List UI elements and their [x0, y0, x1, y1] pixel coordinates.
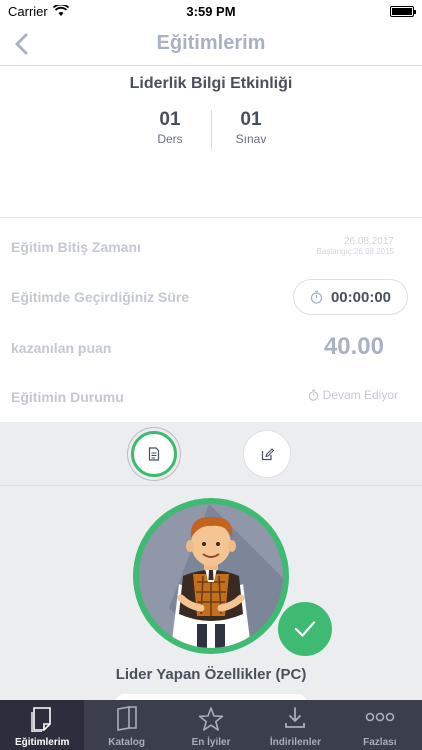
content-type-tabs [0, 422, 422, 486]
status-row: Eğitimin Durumu Devam Ediyor [0, 371, 422, 421]
lessons-stat: 01 Ders [130, 108, 210, 146]
exams-count: 01 [240, 109, 262, 130]
tab-label: Fazlası [363, 737, 397, 748]
time-spent-row: Eğitimde Geçirdiğiniz Süre 00:00:00 [0, 271, 422, 321]
lessons-count: 01 [159, 109, 181, 130]
start-date: Başlangıç:26.08.2015 [316, 247, 394, 256]
status-label: Eğitimin Durumu [11, 389, 124, 405]
back-chevron-icon[interactable] [10, 30, 36, 58]
document-icon [148, 447, 160, 461]
tab-katalog[interactable]: Katalog [84, 700, 168, 750]
checkmark-icon [294, 621, 316, 637]
stopwatch-icon [308, 389, 318, 401]
lesson-area: Lider Yapan Özellikler (PC) [0, 422, 422, 704]
lessons-label: Ders [157, 132, 183, 146]
tab-indirilenler[interactable]: İndirilenler [253, 700, 337, 750]
edit-icon [261, 447, 274, 460]
course-stats: 01 Ders 01 Sınav [0, 108, 422, 152]
navigation-bar: Eğitimlerim [0, 22, 422, 66]
end-time-label: Eğitim Bitiş Zamanı [11, 239, 141, 255]
clock: 3:59 PM [186, 3, 236, 19]
points-value: 40.00 [323, 333, 384, 360]
page-title: Eğitimlerim [156, 32, 266, 54]
time-spent-value: 00:00:00 [330, 288, 392, 306]
tab-label: En İyiler [191, 737, 231, 748]
exams-stat: 01 Sınav [211, 108, 291, 146]
book-icon [116, 706, 137, 731]
tab-label: İndirilenler [269, 737, 321, 748]
lesson-title: Lider Yapan Özellikler (PC) [115, 666, 307, 683]
status-bar: Carrier 3:59 PM [0, 0, 422, 22]
course-title: Liderlik Bilgi Etkinliği [129, 75, 293, 92]
star-icon [198, 707, 224, 731]
time-spent-pill: 00:00:00 [293, 279, 408, 315]
exams-label: Sınav [235, 132, 267, 146]
points-row: kazanılan puan 40.00 [0, 321, 422, 371]
document-icon [31, 707, 52, 732]
exams-tab-button[interactable] [244, 431, 290, 477]
completed-check-badge [278, 602, 332, 656]
businessman-illustration [169, 504, 283, 648]
tab-label: Katalog [108, 737, 145, 748]
time-spent-label: Eğitimde Geçirdiğiniz Süre [11, 289, 190, 305]
status-value: Devam Ediyor [322, 388, 398, 402]
end-date: 26.08.2017 [343, 236, 394, 247]
status-value-wrap: Devam Ediyor [308, 388, 398, 402]
end-time-row: Eğitim Bitiş Zamanı 26.08.2017 Başlangıç… [0, 221, 422, 271]
course-info: Eğitim Bitiş Zamanı 26.08.2017 Başlangıç… [0, 217, 422, 422]
date-info: 26.08.2017 Başlangıç:26.08.2015 [317, 236, 394, 257]
tab-en-iyiler[interactable]: En İyiler [169, 700, 253, 750]
points-label: kazanılan puan [11, 340, 112, 356]
tab-label: Eğitimlerim [14, 737, 70, 748]
lesson-avatar[interactable] [133, 498, 289, 654]
tab-egitimlerim[interactable]: Eğitimlerim [0, 700, 85, 750]
bottom-tab-bar: Eğitimlerim Katalog En İyiler İndirilenl… [0, 700, 422, 750]
tab-fazlasi[interactable]: Fazlası [338, 700, 422, 750]
download-icon [285, 707, 306, 728]
more-icon [365, 712, 395, 722]
stopwatch-icon [310, 290, 323, 304]
lessons-tab-button[interactable] [131, 431, 177, 477]
battery-icon [390, 5, 416, 17]
